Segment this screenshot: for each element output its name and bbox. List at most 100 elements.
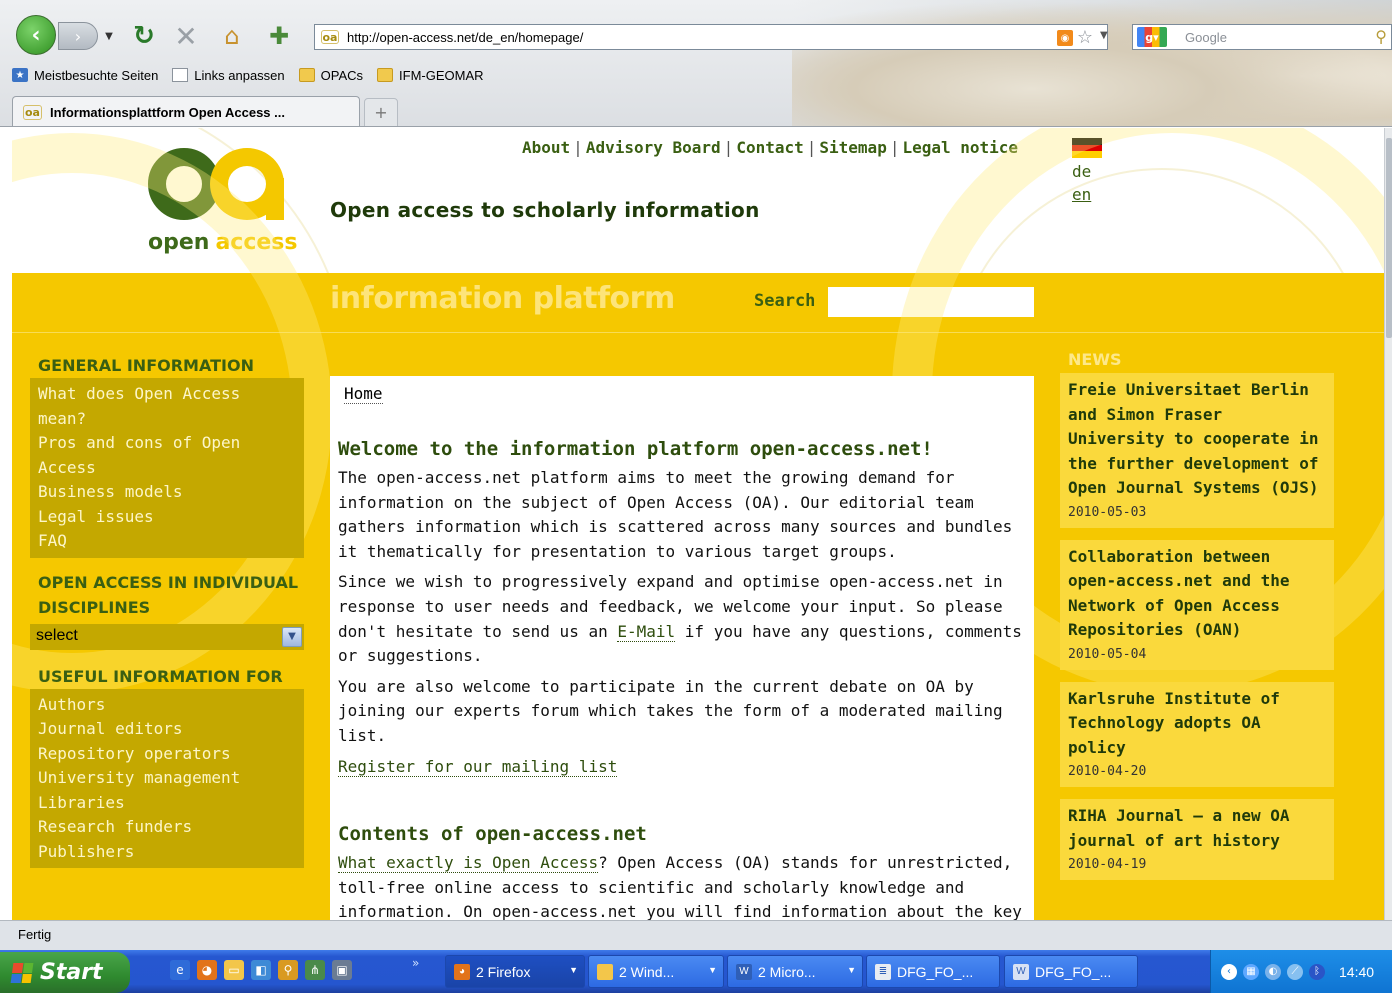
news-item[interactable]: RIHA Journal – a new OA journal of art h… bbox=[1060, 799, 1334, 880]
news-title[interactable]: RIHA Journal – a new OA journal of art h… bbox=[1068, 804, 1326, 853]
welcome-heading: Welcome to the information platform open… bbox=[338, 438, 933, 460]
bluetooth-tray-icon[interactable]: ᛒ bbox=[1309, 963, 1325, 980]
quick-launch-more-icon[interactable]: » bbox=[412, 956, 419, 970]
new-tab-button[interactable]: + bbox=[364, 98, 398, 126]
useful-information-heading: USEFUL INFORMATION FOR bbox=[38, 666, 283, 686]
sidebar-link-authors[interactable]: Authors bbox=[38, 693, 296, 718]
most-visited-icon: ★ bbox=[12, 68, 28, 82]
reload-icon: ↻ bbox=[133, 21, 155, 51]
sidebar-link-libraries[interactable]: Libraries bbox=[38, 791, 296, 816]
desktop-icon[interactable]: ◧ bbox=[251, 960, 271, 980]
home-button[interactable]: ⌂ bbox=[216, 20, 248, 52]
register-mailing-list-link[interactable]: Register for our mailing list bbox=[338, 756, 618, 777]
bookmark-star-icon[interactable]: ☆ bbox=[1077, 27, 1093, 48]
tab-active[interactable]: oa Informationsplattform Open Access ... bbox=[12, 96, 360, 126]
news-title[interactable]: Collaboration between open-access.net an… bbox=[1068, 545, 1326, 643]
task-dfg-document-1[interactable]: ≣ DFG_FO_... bbox=[866, 955, 1000, 988]
google-engine-icon[interactable]: g▾ bbox=[1137, 27, 1167, 47]
close-icon: ✕ bbox=[174, 19, 198, 53]
back-button[interactable]: ‹ bbox=[16, 15, 56, 55]
sidebar-link-research-funders[interactable]: Research funders bbox=[38, 815, 296, 840]
volume-tray-icon[interactable]: ◐ bbox=[1265, 963, 1281, 980]
chevron-down-icon: ▼ bbox=[105, 30, 113, 42]
task-label: 2 Firefox bbox=[476, 963, 531, 980]
sidebar-link-journal-editors[interactable]: Journal editors bbox=[38, 717, 296, 742]
register-paragraph: Register for our mailing list bbox=[338, 755, 1026, 780]
sidebar-link-publishers[interactable]: Publishers bbox=[38, 840, 296, 865]
task-label: DFG_FO_... bbox=[1035, 963, 1112, 980]
news-date: 2010-04-20 bbox=[1068, 764, 1147, 779]
forward-button[interactable]: › bbox=[58, 22, 98, 50]
status-text: Fertig bbox=[18, 927, 52, 942]
task-windows-explorer[interactable]: 2 Wind... ▼ bbox=[588, 955, 724, 988]
disciplines-heading: OPEN ACCESS IN INDIVIDUAL DISCIPLINES bbox=[38, 572, 299, 617]
page-icon bbox=[172, 68, 189, 82]
reload-button[interactable]: ↻ bbox=[128, 20, 160, 52]
task-label: DFG_FO_... bbox=[897, 963, 974, 980]
search-icon[interactable]: ⚲ bbox=[1375, 27, 1387, 46]
web-page-viewport: open access About | Advisory Board | Contact |… bbox=[12, 128, 1392, 920]
sidebar-link-legal-issues[interactable]: Legal issues bbox=[38, 505, 296, 530]
bookmark-label: Links anpassen bbox=[194, 67, 285, 83]
tab-bar: oa Informationsplattform Open Access ...… bbox=[0, 92, 1392, 126]
stop-button[interactable]: ✕ bbox=[170, 19, 202, 53]
bookmark-label: Meistbesuchte Seiten bbox=[34, 67, 159, 83]
add-bookmark-button[interactable]: ✚ bbox=[262, 20, 296, 52]
windows-taskbar: Start e ◕ ▭ ◧ ⚲ ⋔ ▣ » ◕ 2 Firefox ▼ 2 Wi… bbox=[0, 950, 1392, 993]
breadcrumb[interactable]: Home bbox=[344, 384, 383, 404]
task-firefox[interactable]: ◕ 2 Firefox ▼ bbox=[445, 955, 585, 988]
sidebar-link-pros-cons[interactable]: Pros and cons of Open Access bbox=[38, 431, 296, 480]
nav-advisory-board[interactable]: Advisory Board bbox=[586, 138, 721, 157]
add-bookmark-icon: ✚ bbox=[268, 22, 290, 50]
web-search-bar[interactable]: g▾ Google ⚲ bbox=[1132, 24, 1392, 50]
monitor-icon[interactable]: ▣ bbox=[332, 960, 352, 980]
news-item[interactable]: Collaboration between open-access.net an… bbox=[1060, 539, 1334, 670]
tab-title: Informationsplattform Open Access ... bbox=[49, 104, 285, 120]
nav-about[interactable]: About bbox=[522, 138, 570, 157]
search-icon[interactable]: ⚲ bbox=[278, 960, 298, 980]
url-dropdown-icon[interactable]: ▼ bbox=[1100, 30, 1112, 41]
sidebar-link-faq[interactable]: FAQ bbox=[38, 529, 296, 554]
disciplines-select[interactable]: select ▼ bbox=[30, 623, 304, 650]
url-bar[interactable]: oa http://open-access.net/de_en/homepage… bbox=[314, 24, 1108, 50]
quick-launch: e ◕ ▭ ◧ ⚲ ⋔ ▣ bbox=[170, 960, 359, 980]
network-tray-icon[interactable]: ▦ bbox=[1243, 963, 1259, 980]
url-text[interactable]: http://open-access.net/de_en/homepage/ bbox=[347, 30, 583, 45]
news-heading: NEWS bbox=[1068, 350, 1122, 369]
bookmark-most-visited[interactable]: ★ Meistbesuchte Seiten bbox=[12, 68, 158, 83]
connection-tray-icon[interactable]: ⟋ bbox=[1287, 963, 1303, 980]
chevron-down-icon: ▼ bbox=[847, 965, 856, 975]
forward-arrow-icon: › bbox=[74, 26, 82, 46]
news-date: 2010-05-04 bbox=[1068, 646, 1147, 662]
sidebar-link-what-is-oa[interactable]: What does Open Access mean? bbox=[38, 382, 296, 431]
sidebar-link-university-management[interactable]: University management bbox=[38, 766, 296, 791]
nav-contact[interactable]: Contact bbox=[736, 138, 803, 157]
folder-icon[interactable]: ▭ bbox=[224, 960, 244, 980]
scrollbar-thumb[interactable] bbox=[1386, 138, 1392, 338]
nav-sitemap[interactable]: Sitemap bbox=[819, 138, 886, 157]
chevron-down-icon[interactable]: ▼ bbox=[282, 626, 302, 647]
tray-expand-icon[interactable]: ‹ bbox=[1221, 963, 1237, 980]
disciplines-select-value: select bbox=[36, 626, 78, 644]
bookmark-opacs[interactable]: OPACs bbox=[298, 68, 363, 83]
what-is-oa-link[interactable]: What exactly is Open Access bbox=[338, 853, 599, 874]
ie-icon[interactable]: e bbox=[170, 960, 190, 980]
network-icon[interactable]: ⋔ bbox=[305, 960, 325, 980]
rss-icon[interactable]: ◉ bbox=[1057, 30, 1073, 46]
start-button[interactable]: Start bbox=[0, 952, 130, 993]
history-dropdown[interactable]: ▼ bbox=[102, 22, 116, 50]
bookmark-ifm-geomar[interactable]: IFM-GEOMAR bbox=[377, 68, 484, 83]
news-title[interactable]: Karlsruhe Institute of Technology adopts… bbox=[1068, 687, 1326, 761]
sidebar-link-repository-operators[interactable]: Repository operators bbox=[38, 742, 296, 767]
news-item[interactable]: Freie Universitaet Berlin and Simon Fras… bbox=[1060, 373, 1334, 528]
sidebar-link-business-models[interactable]: Business models bbox=[38, 480, 296, 505]
bookmark-links-anpassen[interactable]: Links anpassen bbox=[172, 67, 285, 83]
email-link[interactable]: E-Mail bbox=[617, 621, 676, 642]
news-item[interactable]: Karlsruhe Institute of Technology adopts… bbox=[1060, 681, 1334, 787]
navigation-toolbar: ‹ › ▼ ↻ ✕ ⌂ ✚ oa http://open-access.net/… bbox=[0, 12, 1392, 58]
firefox-icon[interactable]: ◕ bbox=[197, 960, 217, 980]
page-scrollbar[interactable] bbox=[1384, 128, 1392, 920]
task-dfg-document-2[interactable]: W DFG_FO_... bbox=[1004, 955, 1138, 988]
news-title[interactable]: Freie Universitaet Berlin and Simon Fras… bbox=[1068, 378, 1326, 501]
task-microsoft-word[interactable]: W 2 Micro... ▼ bbox=[727, 955, 863, 988]
